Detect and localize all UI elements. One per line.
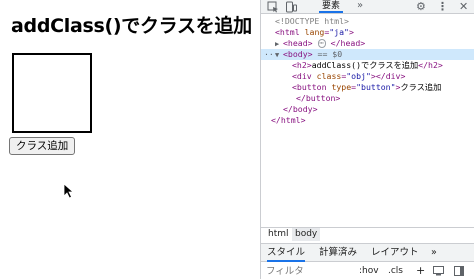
hov-toggle[interactable]: :hov — [359, 263, 379, 279]
head-open-tag: <head> — [283, 38, 313, 48]
devtools-panel: 要素 » ⚙ ⋮ ✕ <!DOCTYPE html> <html lang="j… — [260, 0, 474, 279]
dom-line-body-close[interactable]: </body> — [283, 104, 318, 115]
body-open-tag: <body> — [283, 49, 313, 59]
div-class-attr: class — [316, 71, 342, 81]
tab-elements[interactable]: 要素 — [319, 0, 344, 13]
more-subtabs-button[interactable]: » — [431, 244, 437, 262]
kebab-menu-icon[interactable]: ⋮ — [437, 0, 448, 13]
head-close-tag: </head> — [330, 38, 366, 48]
div-class-val: "obj" — [346, 71, 371, 81]
button-open-tag: <button — [292, 82, 327, 92]
dom-line-button-close[interactable]: </button> — [296, 93, 340, 104]
breadcrumb: html body — [261, 227, 474, 241]
dom-line-h2[interactable]: <h2>addClass()でクラスを追加</h2> — [292, 60, 443, 71]
cls-toggle[interactable]: .cls — [388, 263, 403, 279]
dom-line-head[interactable]: ▶ <head> ⋯ </head> — [275, 38, 365, 49]
selected-node-marker: == $0 — [317, 49, 343, 59]
add-rule-button[interactable]: + — [416, 263, 425, 279]
tag-close-bracket: > — [348, 27, 354, 37]
button-type-val: "button" — [356, 82, 396, 92]
sidebar-toggle-icon[interactable] — [454, 266, 464, 276]
button-close-tag: </button> — [296, 93, 341, 103]
h2-close-tag: </h2> — [418, 60, 443, 70]
page-viewport: addClass()でクラスを追加 クラス追加 — [0, 0, 260, 279]
dom-line-div[interactable]: <div class="obj"></div> — [292, 71, 405, 82]
dom-line-doctype[interactable]: <!DOCTYPE html> — [275, 16, 349, 27]
h2-text: addClass()でクラスを追加 — [311, 60, 419, 70]
html-lang-val: "ja" — [329, 27, 349, 37]
page-title: addClass()でクラスを追加 — [11, 15, 252, 37]
add-class-button[interactable]: クラス追加 — [9, 137, 76, 155]
collapse-triangle-icon[interactable]: ▼ — [275, 50, 283, 61]
more-tabs-button[interactable]: » — [357, 0, 363, 12]
inspect-element-icon[interactable] — [267, 1, 279, 13]
dom-tree: <!DOCTYPE html> <html lang="ja"> ▶ <head>… — [261, 14, 474, 224]
html-lang-attr: lang — [304, 27, 325, 37]
dom-line-html-close[interactable]: </html> — [271, 115, 306, 126]
computed-styles-icon[interactable] — [433, 266, 444, 276]
gear-icon[interactable]: ⚙ — [416, 0, 426, 13]
styles-filter-bar: :hov .cls + — [261, 263, 474, 279]
button-text: クラス追加 — [400, 82, 442, 92]
html-close-tag: </html> — [271, 115, 306, 125]
dom-line-body-selected[interactable]: ··· ▼ <body> == $0 — [261, 49, 474, 60]
div-close-tag: ></div> — [370, 71, 406, 81]
h2-open-tag: <h2> — [292, 60, 312, 70]
div-open-tag: <div — [292, 71, 312, 81]
device-toolbar-icon[interactable] — [285, 1, 297, 13]
collapsed-ellipsis-icon[interactable]: ⋯ — [317, 39, 326, 48]
styles-filter-input[interactable] — [266, 263, 346, 279]
html-open-tag: <html — [275, 27, 300, 37]
styles-subtabs: スタイル 計算済み レイアウト » — [261, 243, 474, 262]
doctype-text: <!DOCTYPE html> — [275, 16, 349, 26]
dom-line-html[interactable]: <html lang="ja"> — [275, 27, 354, 38]
close-icon[interactable]: ✕ — [459, 0, 468, 13]
tab-layout[interactable]: レイアウト — [371, 244, 419, 262]
body-close-tag: </body> — [283, 104, 318, 114]
tab-styles[interactable]: スタイル — [267, 244, 306, 262]
dom-line-button[interactable]: <button type="button">クラス追加 — [292, 82, 441, 93]
button-type-attr: type — [331, 82, 352, 92]
devtools-toolbar: 要素 » ⚙ ⋮ ✕ — [261, 0, 474, 14]
obj-box — [12, 53, 92, 133]
tab-computed[interactable]: 計算済み — [319, 244, 357, 262]
mouse-cursor-icon — [63, 183, 75, 199]
breadcrumb-html[interactable]: html — [265, 228, 292, 241]
breadcrumb-body[interactable]: body — [292, 228, 321, 241]
